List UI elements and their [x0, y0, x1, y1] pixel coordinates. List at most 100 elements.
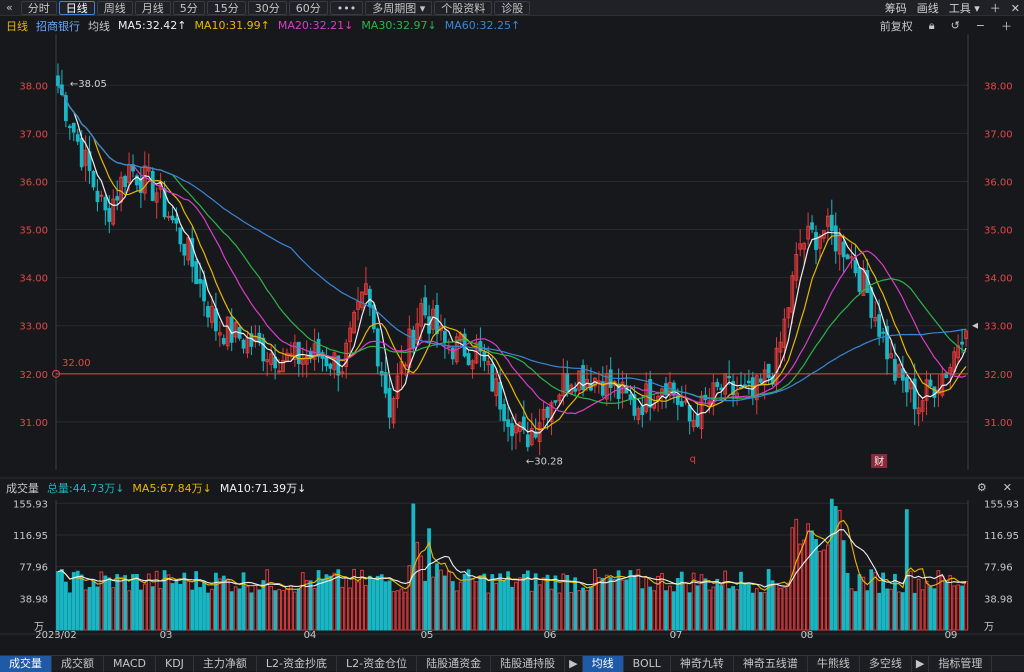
volume-bar-down [367, 575, 372, 631]
candle-down [194, 261, 199, 285]
volume-bar-down [91, 580, 96, 631]
candle-down [829, 214, 834, 232]
candle-down [900, 368, 905, 381]
candle-down [833, 225, 838, 252]
volume-bar-up [253, 584, 258, 631]
volume-bar-up [908, 570, 913, 631]
volume-bar-up [186, 580, 191, 631]
volume-bar-down [190, 589, 195, 631]
candle-down [198, 279, 202, 284]
candle-down [107, 207, 112, 222]
indicator-tab-5[interactable]: L2-资金抄底 [257, 655, 338, 672]
volume-bar-up [924, 580, 929, 631]
volume-bar-down [170, 583, 175, 631]
volume-bar-down [241, 572, 246, 631]
indicator-tab-0[interactable]: 成交量 [0, 655, 52, 672]
volume-bar-down [833, 506, 838, 631]
volume-bar-down [845, 573, 850, 631]
volume-bar-down [632, 574, 637, 631]
indicator-tab-17[interactable]: 指标管理 [929, 655, 993, 672]
indicator-tab-12[interactable]: 神奇九转 [671, 655, 734, 672]
volume-bar-up [289, 585, 293, 631]
volume-bar-up [233, 586, 238, 631]
candle-down [67, 125, 72, 129]
volume-ma-lines [57, 519, 967, 591]
volume-bar-down [719, 585, 724, 631]
candle-down [498, 381, 503, 410]
indicator-tab-10[interactable]: 均线 [582, 655, 624, 672]
volume-bar-down [139, 589, 143, 631]
volume-bar-down [664, 590, 668, 631]
volume-bar-down [525, 570, 530, 631]
volume-bar-up [861, 576, 866, 631]
tab-scroll-arrow[interactable]: ▶ [912, 655, 930, 672]
volume-tick-right: 38.98 [984, 594, 1013, 605]
volume-bar-down [565, 575, 570, 631]
candle-down [178, 227, 183, 245]
candle-up [277, 370, 281, 373]
volume-bar-down [87, 587, 92, 631]
indicator-tab-15[interactable]: 多空线 [860, 655, 912, 672]
tab-scroll-arrow[interactable]: ▶ [565, 655, 583, 672]
volume-bar-up [304, 580, 309, 631]
indicator-tab-1[interactable]: 成交额 [52, 655, 104, 672]
candle-down [766, 363, 771, 378]
volume-bar-up [399, 588, 404, 631]
volume-bar-down [624, 579, 629, 631]
volume-bar-up [940, 575, 945, 631]
price-grid [0, 34, 1024, 635]
volume-bar-down [628, 570, 633, 631]
volume-bar-up [652, 590, 657, 631]
volume-bar-up [668, 585, 672, 631]
volume-bar-down [214, 572, 218, 631]
volume-bar-up [822, 549, 826, 631]
candle-down [640, 406, 645, 416]
volume-bar-up [348, 587, 353, 631]
indicator-tab-6[interactable]: L2-资金仓位 [337, 655, 418, 672]
candle-down [814, 232, 818, 250]
volume-bar-up [419, 555, 424, 631]
candle-down [115, 196, 120, 201]
indicator-tab-3[interactable]: KDJ [156, 655, 194, 672]
volume-bar-down [324, 574, 329, 631]
indicator-tab-4[interactable]: 主力净额 [194, 655, 257, 672]
volume-label[interactable]: 成交量 [6, 480, 39, 496]
volume-bar-down [814, 539, 818, 631]
indicator-tab-2[interactable]: MACD [104, 655, 156, 672]
candle-down [893, 358, 897, 381]
volume-bar-down [912, 592, 917, 631]
candle-down [506, 419, 510, 427]
volume-bar-up [873, 572, 878, 631]
chart-canvas[interactable]: 38.00 38.00 37.00 37.00 36.00 36.00 35.00 35.00… [0, 0, 1024, 640]
volume-bar-down [371, 579, 376, 631]
volume-bar-down [904, 509, 909, 631]
candle-down [214, 308, 218, 332]
candle-down [932, 386, 937, 398]
candle-down [202, 279, 206, 302]
indicator-tab-11[interactable]: BOLL [624, 655, 671, 672]
indicator-tab-13[interactable]: 神奇五线谱 [734, 655, 808, 672]
volume-tools: ⚙ ✕ [977, 481, 1020, 494]
low-marker: ←30.28 [526, 457, 563, 468]
volume-bar-down [703, 578, 708, 631]
price-tick-right: 38.00 [984, 81, 1013, 92]
indicator-tab-14[interactable]: 牛熊线 [808, 655, 860, 672]
close-icon[interactable]: ✕ [1003, 481, 1012, 494]
volume-tick-right: 155.93 [984, 499, 1019, 510]
indicator-tab-7[interactable]: 陆股通资金 [417, 655, 492, 672]
volume-bar-down [198, 587, 202, 631]
volume-bar-down [960, 585, 964, 631]
volume-bar-down [308, 580, 313, 631]
volume-bar-down [375, 575, 380, 631]
settings-icon[interactable]: ⚙ [977, 481, 987, 494]
high-marker: ←38.05 [70, 79, 107, 90]
candle-down [95, 190, 100, 203]
candle-down [845, 254, 850, 260]
volume-bar-up [245, 586, 250, 631]
volume-bar-up [782, 586, 787, 631]
candle-down [71, 122, 76, 133]
candle-down [296, 341, 301, 364]
volume-bar-down [60, 569, 64, 631]
indicator-tab-8[interactable]: 陆股通持股 [491, 655, 566, 672]
candle-down [747, 380, 751, 384]
